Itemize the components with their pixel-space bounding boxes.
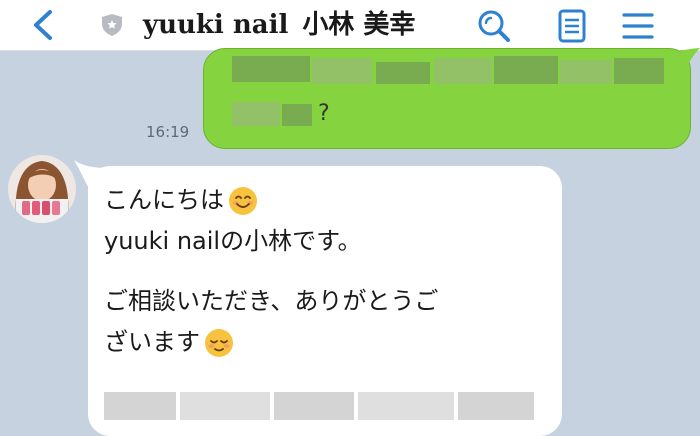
redacted-text-block	[232, 102, 280, 126]
redacted-text-block	[282, 104, 312, 126]
avatar[interactable]	[8, 155, 76, 223]
outgoing-message-text: ?	[318, 101, 330, 126]
incoming-message-line: ざいます	[104, 325, 234, 359]
incoming-message-line: yuuki nailの小林です。	[104, 227, 362, 255]
redacted-text-block	[358, 392, 454, 420]
search-icon[interactable]	[474, 6, 514, 46]
smiling-face-icon	[229, 187, 257, 215]
chevron-left-icon[interactable]	[28, 8, 62, 42]
redacted-text-block	[274, 392, 354, 420]
redacted-text-block	[180, 392, 270, 420]
notes-icon[interactable]	[552, 6, 592, 46]
redacted-text-block	[232, 56, 310, 82]
redacted-text-block	[376, 62, 430, 84]
shield-icon	[102, 14, 122, 36]
incoming-message-line: ご相談いただき、ありがとうご	[104, 287, 439, 315]
chat-header: yuuki nail 小林 美幸	[0, 0, 700, 51]
contact-name: 小林 美幸	[302, 10, 416, 40]
redacted-text-block	[614, 58, 664, 84]
relieved-face-icon	[205, 329, 233, 357]
message-timestamp: 16:19	[146, 123, 190, 141]
shop-name: yuuki nail	[143, 10, 289, 40]
redacted-text-block	[312, 58, 372, 84]
menu-icon[interactable]	[618, 6, 658, 46]
chat-title: yuuki nail 小林 美幸	[143, 4, 415, 46]
redacted-text-block	[494, 56, 558, 84]
incoming-message-line: こんにちは	[104, 183, 258, 217]
redacted-text-block	[104, 392, 176, 420]
redacted-text-block	[434, 58, 492, 84]
redacted-text-block	[560, 60, 612, 84]
redacted-text-block	[458, 392, 534, 420]
bubble-tail	[680, 48, 700, 70]
